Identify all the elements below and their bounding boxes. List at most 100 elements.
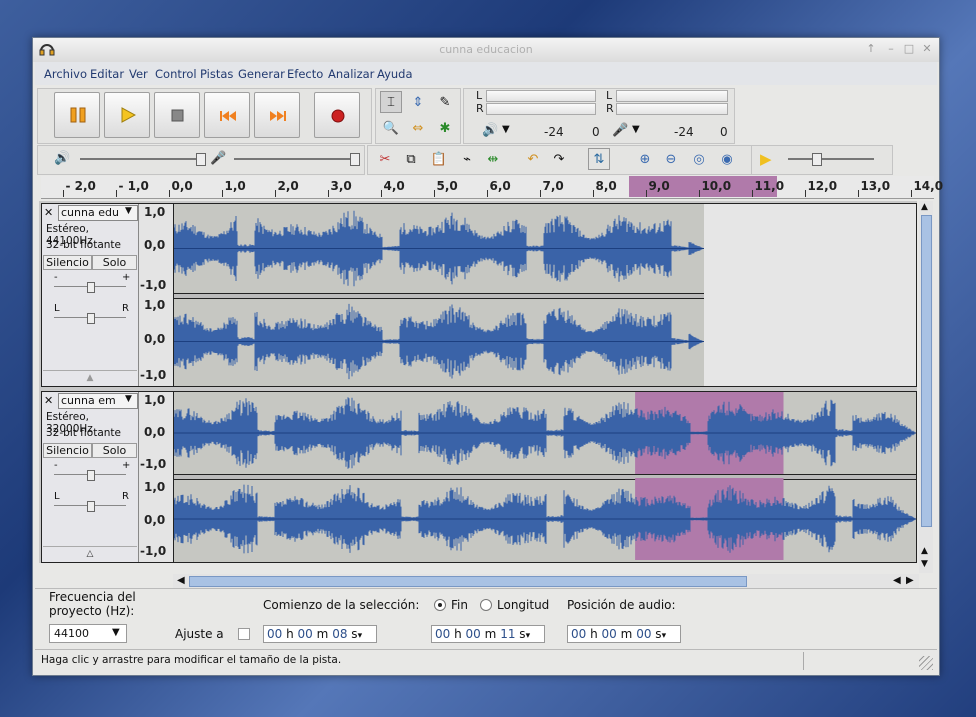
menu-ayuda[interactable]: Ayuda	[377, 67, 413, 81]
scroll-up-icon[interactable]: ▲	[921, 202, 928, 212]
ruler-tick-label: 12,0	[807, 179, 838, 193]
snap-to-checkbox[interactable]	[238, 628, 250, 640]
playback-meter-dropdown-icon[interactable]: ▼	[502, 124, 510, 135]
selection-start-time[interactable]: 00 h 00 m 08 s▾	[263, 625, 377, 643]
track-2-name-menu[interactable]: cunna em ▼	[58, 393, 138, 409]
play-button[interactable]	[104, 92, 150, 138]
track-2-mute-button[interactable]: Silencio	[43, 443, 92, 458]
zoom-out-button[interactable]: ⊖	[660, 148, 682, 170]
selection-end-time[interactable]: 00 h 00 m 11 s▾	[431, 625, 545, 643]
vertical-scroll-thumb[interactable]	[921, 215, 932, 527]
track-1-gain-thumb[interactable]	[87, 282, 95, 293]
paste-button[interactable]: 📋	[428, 148, 450, 170]
track-2-solo-button[interactable]: Solo	[92, 443, 137, 458]
window-close-icon[interactable]: ✕	[921, 42, 933, 56]
stop-button[interactable]	[154, 92, 200, 138]
scroll-right-icon[interactable]: ▶	[906, 575, 914, 586]
window-minimize-icon[interactable]: –	[885, 42, 897, 56]
draw-tool-button[interactable]: ✎	[434, 91, 456, 113]
track-2-pan-r: R	[122, 491, 129, 502]
transport-toolbar	[37, 88, 372, 144]
menu-ver[interactable]: Ver	[129, 67, 148, 81]
end-time-dropdown-icon: ▾	[525, 631, 531, 641]
sync-lock-button[interactable]: ⇅	[588, 148, 610, 170]
track-1-collapse-icon[interactable]: ▲	[43, 370, 137, 385]
play-speed-slider[interactable]	[788, 158, 874, 160]
copy-button[interactable]: ⧉	[400, 148, 422, 170]
record-button[interactable]	[314, 92, 360, 138]
track-1-pan-thumb[interactable]	[87, 313, 95, 324]
menu-editar[interactable]: Editar	[90, 67, 124, 81]
project-rate-value: 44100	[54, 627, 89, 640]
playback-meter-l[interactable]	[486, 90, 596, 102]
track-2-waveform[interactable]	[174, 392, 916, 562]
horizontal-scrollbar[interactable]: ◀ ◀ ▶	[173, 574, 919, 588]
selection-tool-button[interactable]: ⌶	[380, 91, 402, 113]
menu-control[interactable]: Control	[155, 67, 197, 81]
track-1-waveform[interactable]	[174, 204, 916, 386]
playback-meter-r[interactable]	[486, 103, 596, 115]
ibeam-icon: ⌶	[387, 94, 395, 110]
sync-lock-icon: ⇅	[593, 151, 605, 167]
t1c2-scale-top: 1,0	[144, 298, 166, 312]
project-rate-combo[interactable]: 44100 ▼	[49, 624, 127, 643]
track-2-close-icon[interactable]: ✕	[44, 394, 53, 407]
horizontal-scroll-thumb[interactable]	[189, 576, 747, 587]
window-shade-icon[interactable]: ↑	[865, 42, 877, 56]
skip-start-button[interactable]	[204, 92, 250, 138]
scroll-left-icon[interactable]: ◀	[177, 575, 185, 586]
audio-position-time[interactable]: 00 h 00 m 00 s▾	[567, 625, 681, 643]
input-volume-slider[interactable]	[234, 158, 354, 160]
record-meter-l[interactable]	[616, 90, 728, 102]
timeshift-tool-button[interactable]: ⇔	[407, 117, 429, 139]
vertical-scrollbar[interactable]: ▲ ▲ ▼	[919, 201, 933, 573]
record-scale-minus24: -24	[674, 125, 694, 139]
multi-tool-button[interactable]: ✱	[434, 117, 456, 139]
output-volume-icon: 🔊	[54, 151, 71, 166]
menu-archivo[interactable]: Archivo	[44, 67, 87, 81]
title-bar[interactable]: cunna educacion ↑ – □ ✕	[33, 38, 939, 62]
scroll-left-icon-b[interactable]: ◀	[893, 575, 901, 586]
zoom-tool-button[interactable]: 🔍	[380, 117, 402, 139]
input-volume-thumb[interactable]	[350, 153, 360, 166]
record-meter-r[interactable]	[616, 103, 728, 115]
fit-selection-button[interactable]: ◎	[688, 148, 710, 170]
record-meter-dropdown-icon[interactable]: ▼	[632, 124, 640, 135]
zoom-in-button[interactable]: ⊕	[634, 148, 656, 170]
fin-radio[interactable]	[434, 599, 446, 611]
window-maximize-icon[interactable]: □	[903, 42, 915, 56]
menu-analizar[interactable]: Analizar	[328, 67, 374, 81]
undo-button[interactable]: ↶	[522, 148, 544, 170]
audio-m-unit: m	[620, 627, 633, 641]
menu-pistas[interactable]: Pistas	[200, 67, 233, 81]
fit-project-button[interactable]: ◉	[716, 148, 738, 170]
silence-button[interactable]: ⇹	[482, 148, 504, 170]
track-1-solo-button[interactable]: Solo	[92, 255, 137, 270]
redo-button[interactable]: ↷	[548, 148, 570, 170]
track-1-name-menu[interactable]: cunna edu ▼	[58, 205, 138, 221]
output-volume-thumb[interactable]	[196, 153, 206, 166]
envelope-tool-button[interactable]: ⇕	[407, 91, 429, 113]
pause-button[interactable]	[54, 92, 100, 138]
scroll-down-icon[interactable]: ▼	[921, 559, 928, 569]
cut-button[interactable]: ✂	[374, 148, 396, 170]
track-2-pan-thumb[interactable]	[87, 501, 95, 512]
timeline-ruler[interactable]: - 2,0 - 1,0 0,0 1,0 2,0 3,0 4,0 5,0 6,0 7,0 8,0 9,0…	[41, 176, 943, 199]
trim-button[interactable]: ⌁	[456, 148, 478, 170]
play-speed-thumb[interactable]	[812, 153, 822, 166]
track-1-close-icon[interactable]: ✕	[44, 206, 53, 219]
track-2-collapse-icon[interactable]: △	[43, 546, 137, 561]
skip-end-button[interactable]	[254, 92, 300, 138]
track-1-mute-button[interactable]: Silencio	[43, 255, 92, 270]
output-volume-slider[interactable]	[80, 158, 200, 160]
play-at-speed-icon[interactable]: ▶	[760, 150, 772, 168]
resize-grip-icon[interactable]	[919, 656, 933, 670]
track-2-gain-thumb[interactable]	[87, 470, 95, 481]
longitud-radio[interactable]	[480, 599, 492, 611]
menu-generar[interactable]: Generar	[238, 67, 285, 81]
t1c1-scale-mid: 0,0	[144, 238, 166, 252]
project-rate-label: Frecuencia del proyecto (Hz):	[49, 590, 136, 618]
pencil-icon: ✎	[439, 94, 451, 110]
menu-efecto[interactable]: Efecto	[287, 67, 323, 81]
scroll-down-icon-a[interactable]: ▲	[921, 546, 928, 556]
